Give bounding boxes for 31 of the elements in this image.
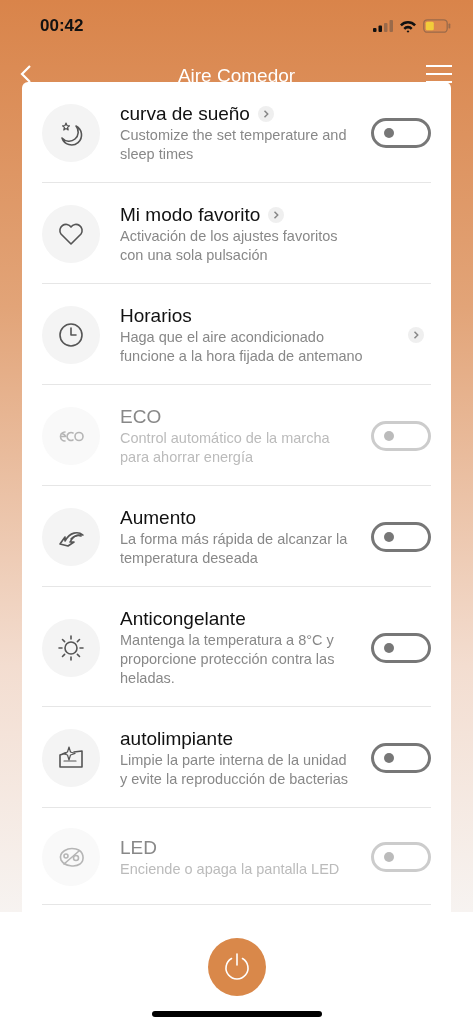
toggle-switch[interactable] <box>371 118 431 148</box>
setting-title: Aumento <box>120 506 197 530</box>
setting-description: La forma más rápida de alcanzar la temperatura deseada <box>120 530 349 568</box>
setting-description: Customize the set temperature and sleep times <box>120 126 348 164</box>
setting-description: Haga que el aire acondicionado funcione a la hora fijada de antemano <box>120 328 364 366</box>
chevron-icon[interactable] <box>268 207 285 223</box>
setting-title: LED <box>120 835 157 860</box>
setting-title: autolimpiante <box>120 727 234 751</box>
signal-icon <box>373 20 393 32</box>
battery-icon <box>423 19 451 33</box>
wifi-icon <box>399 19 417 33</box>
back-icon[interactable] <box>20 64 32 84</box>
setting-title: Mi modo favorito <box>120 203 261 227</box>
setting-description: Activación de los ajustes favoritos con una sola pulsación <box>120 227 339 265</box>
menu-icon[interactable] <box>426 64 452 84</box>
toggle-switch[interactable] <box>371 522 431 552</box>
setting-description: Limpie la parte interna de la unidad y evite la reproducción de bacterias <box>120 751 350 789</box>
power-button[interactable] <box>207 938 266 996</box>
screen-title: Aire Comedor <box>177 65 296 87</box>
chevron-icon[interactable] <box>408 327 424 343</box>
setting-description: Control automático de la marcha para ahorrar energía <box>120 429 331 467</box>
chevron-icon[interactable] <box>257 106 274 122</box>
setting-title: Anticongelante <box>120 607 246 631</box>
setting-title: curva de sueño <box>120 102 250 126</box>
setting-description: Enciende o apaga la pantalla LED <box>120 859 341 879</box>
status-time: 00:42 <box>40 16 84 36</box>
setting-title: Horarios <box>120 304 192 328</box>
toggle-switch[interactable] <box>371 632 431 663</box>
setting-title: ECO <box>120 405 162 429</box>
toggle-switch[interactable] <box>371 743 431 773</box>
setting-description: Mantenga la temperatura a 8°C y proporcione protección contra las heladas. <box>120 631 336 688</box>
